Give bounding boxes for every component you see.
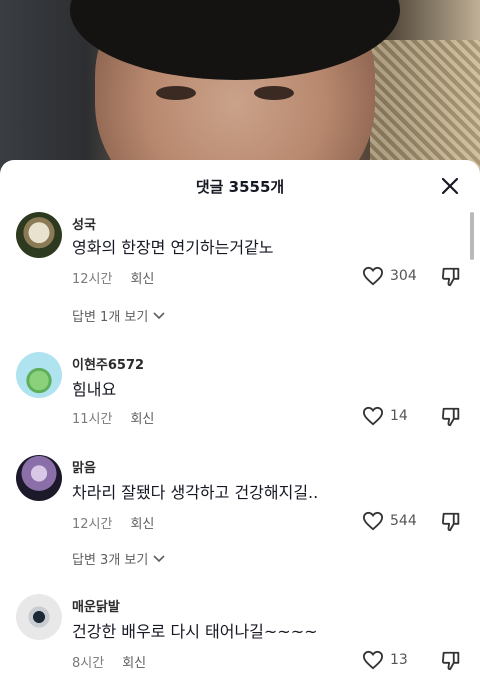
view-replies-label: 답변 1개 보기 xyxy=(72,310,149,325)
comments-count-title: 댓글 3555개 xyxy=(195,178,285,196)
like-button[interactable]: 13 xyxy=(362,650,408,670)
comment-time: 12시간 xyxy=(72,272,113,287)
like-count: 544 xyxy=(390,513,417,529)
comment-text: 힘내요 xyxy=(72,380,117,399)
comment-item: 이현주6572 힘내요 11시간 회신 14 xyxy=(0,350,480,440)
thumbs-down-icon[interactable] xyxy=(440,406,462,428)
comment-meta: 11시간 회신 xyxy=(72,408,154,427)
like-count: 14 xyxy=(390,408,408,424)
avatar[interactable] xyxy=(16,352,62,398)
view-replies-label: 답변 3개 보기 xyxy=(72,553,149,568)
video-player[interactable] xyxy=(0,0,480,175)
comment-username[interactable]: 성국 xyxy=(72,214,96,233)
like-button[interactable]: 14 xyxy=(362,406,408,426)
comment-meta: 8시간 회신 xyxy=(72,652,146,671)
like-count: 13 xyxy=(390,652,408,668)
heart-outline-icon xyxy=(362,511,384,531)
heart-outline-icon xyxy=(362,406,384,426)
avatar[interactable] xyxy=(16,212,62,258)
comment-time: 12시간 xyxy=(72,517,113,532)
comment-time: 11시간 xyxy=(72,412,113,427)
avatar[interactable] xyxy=(16,594,62,640)
background-decoration xyxy=(370,40,480,175)
reply-button[interactable]: 회신 xyxy=(122,656,146,671)
comment-meta: 12시간 회신 xyxy=(72,268,154,287)
comment-item: 성국 영화의 한장면 연기하는거같노 12시간 회신 304 답변 1개 보기 xyxy=(0,210,480,330)
thumbs-down-icon[interactable] xyxy=(440,266,462,288)
video-subject-eye xyxy=(156,86,196,100)
sheet-header: 댓글 3555개 xyxy=(0,160,480,210)
view-replies-button[interactable]: 답변 3개 보기 xyxy=(72,549,166,568)
view-replies-button[interactable]: 답변 1개 보기 xyxy=(72,306,166,325)
like-button[interactable]: 544 xyxy=(362,511,417,531)
like-count: 304 xyxy=(390,268,417,284)
chevron-down-icon xyxy=(153,311,165,319)
comment-text: 차라리 잘됐다 생각하고 건강해지길.. xyxy=(72,483,319,502)
comment-username[interactable]: 이현주6572 xyxy=(72,354,144,373)
close-icon[interactable] xyxy=(440,176,460,196)
thumbs-down-icon[interactable] xyxy=(440,650,462,672)
comment-username[interactable]: 맑음 xyxy=(72,457,96,476)
heart-outline-icon xyxy=(362,266,384,286)
chevron-down-icon xyxy=(153,554,165,562)
video-subject-eye xyxy=(254,86,294,100)
heart-outline-icon xyxy=(362,650,384,670)
avatar[interactable] xyxy=(16,455,62,501)
thumbs-down-icon[interactable] xyxy=(440,511,462,533)
comment-text: 건강한 배우로 다시 태어나길~~~~ xyxy=(72,622,318,641)
comment-time: 8시간 xyxy=(72,656,105,671)
reply-button[interactable]: 회신 xyxy=(130,272,154,287)
comment-meta: 12시간 회신 xyxy=(72,513,154,532)
comments-sheet: 댓글 3555개 성국 영화의 한장면 연기하는거같노 12시간 회신 304 답… xyxy=(0,160,480,679)
comment-item: 매운닭발 건강한 배우로 다시 태어나길~~~~ 8시간 회신 13 xyxy=(0,592,480,679)
reply-button[interactable]: 회신 xyxy=(130,412,154,427)
comment-username[interactable]: 매운닭발 xyxy=(72,596,120,615)
comment-item: 맑음 차라리 잘됐다 생각하고 건강해지길.. 12시간 회신 544 답변 3개… xyxy=(0,453,480,573)
reply-button[interactable]: 회신 xyxy=(130,517,154,532)
like-button[interactable]: 304 xyxy=(362,266,417,286)
comment-text: 영화의 한장면 연기하는거같노 xyxy=(72,238,274,257)
